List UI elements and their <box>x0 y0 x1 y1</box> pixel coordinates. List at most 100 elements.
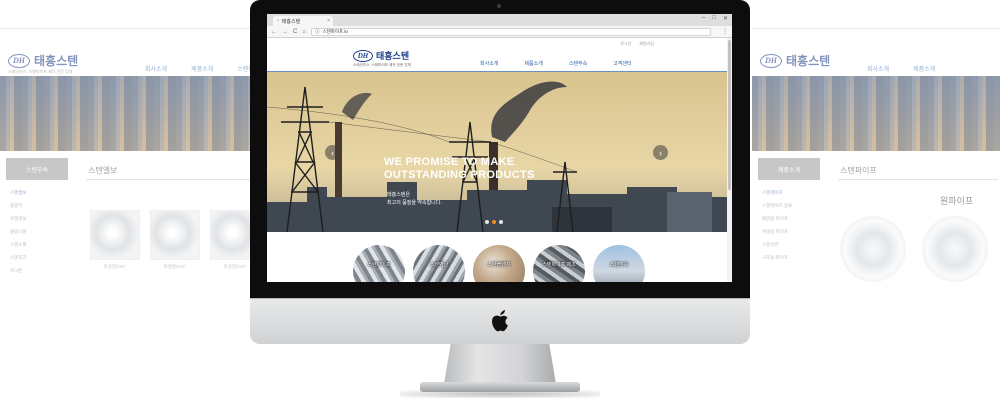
product-item[interactable]: 스텐파이프 제조 <box>533 245 585 282</box>
product-item[interactable]: 스텐파이프 <box>353 245 405 282</box>
hero-headline-line-1: WE PROMISE TO MAKE <box>384 156 515 168</box>
url-input[interactable]: ⓘ 스텐파이프.kr <box>310 27 711 36</box>
bg-left-thumb-label: 위생엘보45° <box>163 264 187 269</box>
bg-left-hero <box>0 76 270 151</box>
bg-left-thumb-label: 위생엘보90° <box>103 264 127 269</box>
bg-left-logo: DH 태흥스텐 <box>8 52 78 69</box>
bg-right-side-item: 스텐파이프 <box>762 190 783 195</box>
hero-headline-line-2: OUTSTANDING PRODUCTS <box>384 169 535 181</box>
page-scrollbar[interactable] <box>727 38 732 282</box>
site-header: 로그인 회원가입 DH 태흥스텐 스테인리스, 스텐파이프 제작 전문 업체 회… <box>267 38 732 71</box>
browser-window: ▫ 태흥스텐 × – □ ✕ ← → C ⌂ ⓘ 스텐파이프.kr ⋮ 로그인 <box>267 14 732 282</box>
dh-logo-icon: DH <box>8 53 30 68</box>
bg-left-side-head: 스텐부속 <box>6 158 68 180</box>
hero-subtext-line-2: 최고의 품질을 약속합니다. <box>387 200 442 206</box>
nav-item-fittings[interactable]: 스텐부속 <box>569 60 587 67</box>
background-page-right: DH 태흥스텐 회사소개 제품소개 제품소개 스텐파이프 스텐파이프 스텐파이프… <box>752 28 1000 290</box>
bg-left-side-item: 스텐소켓 <box>10 242 27 247</box>
hero-subtext-line-1: 태흥스텐은 <box>387 192 411 198</box>
browser-menu-icon[interactable]: ⋮ <box>722 28 728 35</box>
product-label: 스텐플렌지 <box>487 262 511 268</box>
bg-right-side-list: 스텐파이프 스텐파이프 종류 배관용 파이프 위생용 파이프 스텐각관 구조용 … <box>762 190 792 261</box>
site-tagline: 스테인리스, 스텐파이프 제작 전문 업체 <box>353 63 411 67</box>
url-text: 스텐파이프.kr <box>322 28 349 34</box>
bg-left-thumb <box>150 210 200 260</box>
bg-left-side-item: 플렌지 <box>10 203 23 208</box>
info-icon: ⓘ <box>314 28 320 34</box>
bg-left-side-item: 유니온 <box>10 268 23 273</box>
slider-dot[interactable] <box>499 220 503 224</box>
forward-icon[interactable]: → <box>282 29 288 35</box>
product-label: 스텐파이프 제조 <box>542 262 576 268</box>
slider-dots <box>485 220 503 224</box>
bg-left-thumb <box>90 210 140 260</box>
tab-bar: ▫ 태흥스텐 × – □ ✕ <box>267 14 732 26</box>
imac-foot <box>420 382 580 392</box>
stage: DH 태흥스텐 스테인리스, 스텐파이프 제작 전문 업체 회사소개 제품소개 … <box>0 0 1000 400</box>
product-circles: 스텐파이프 스텐앵글 스텐플렌지 스텐파이프 제조 스텐부속 <box>267 232 732 282</box>
bg-left-side-item: 스텐후크 <box>10 255 27 260</box>
address-bar: ← → C ⌂ ⓘ 스텐파이프.kr ⋮ <box>267 26 732 38</box>
page-icon: ▫ <box>277 18 279 24</box>
hero-prev-arrow[interactable]: ‹ <box>325 145 340 160</box>
reload-icon[interactable]: C <box>293 29 297 35</box>
bg-left-nav: 회사소개 제품소개 스텐부속 <box>145 64 259 73</box>
site-logo[interactable]: DH 태흥스텐 <box>353 49 409 62</box>
bg-left-logo-text: 태흥스텐 <box>34 54 79 68</box>
home-icon[interactable]: ⌂ <box>302 29 306 35</box>
bg-right-nav-item: 회사소개 <box>867 67 890 73</box>
pipe-bundle-image <box>840 216 906 282</box>
nav-item-support[interactable]: 고객센터 <box>613 60 631 67</box>
bg-left-section-title: 스텐엘보 <box>88 166 118 175</box>
product-label: 스텐파이프 <box>367 262 391 268</box>
browser-tab[interactable]: ▫ 태흥스텐 × <box>273 16 333 26</box>
close-window-icon[interactable]: ✕ <box>723 15 728 22</box>
bg-left-side-item: 스텐엘보 <box>10 190 27 195</box>
bg-right-section-title: 스텐파이프 <box>840 166 877 175</box>
bg-right-pipe-title: 원파이프 <box>940 196 974 206</box>
bg-right-side-item: 스텐파이프 종류 <box>762 203 793 208</box>
pipe-image <box>922 216 988 282</box>
login-link[interactable]: 로그인 <box>620 41 631 47</box>
bg-right-side-item: 배관용 파이프 <box>762 216 789 221</box>
bg-right-side-item: 구조용 파이프 <box>762 255 789 260</box>
bg-left-nav-item: 제품소개 <box>191 67 214 73</box>
nav-item-products[interactable]: 제품소개 <box>524 60 542 67</box>
join-link[interactable]: 회원가입 <box>639 41 654 47</box>
bg-right-side-head: 제품소개 <box>758 158 820 180</box>
dh-logo-icon: DH <box>760 53 782 68</box>
product-label: 스텐앵글 <box>429 262 449 268</box>
background-page-left: DH 태흥스텐 스테인리스, 스텐파이프 제작 전문 업체 회사소개 제품소개 … <box>0 28 270 290</box>
hero-headline: WE PROMISE TO MAKE OUTSTANDING PRODUCTS <box>384 156 535 182</box>
window-controls: – □ ✕ <box>702 15 728 22</box>
product-item[interactable]: 스텐플렌지 <box>473 245 525 282</box>
back-icon[interactable]: ← <box>271 29 277 35</box>
slider-dot[interactable] <box>492 220 496 224</box>
bg-right-side-item: 위생용 파이프 <box>762 229 789 234</box>
close-tab-icon[interactable]: × <box>327 18 330 24</box>
minimize-icon[interactable]: – <box>702 15 705 22</box>
bg-right-nav-item: 제품소개 <box>913 67 936 73</box>
nav-item-company[interactable]: 회사소개 <box>480 60 498 67</box>
hero-slider: ‹ › WE PROMISE TO MAKE OUTSTANDING PRODU… <box>267 72 732 232</box>
hero-subtext: 태흥스텐은 최고의 품질을 약속합니다. <box>387 191 442 207</box>
product-item[interactable]: 스텐앵글 <box>413 245 465 282</box>
bg-right-hero <box>752 76 1000 151</box>
bg-right-logo: DH 태흥스텐 <box>760 52 830 69</box>
product-item[interactable]: 스텐부속 <box>593 245 645 282</box>
site-logo-text: 태흥스텐 <box>376 51 410 61</box>
bg-right-nav: 회사소개 제품소개 <box>867 64 935 73</box>
bg-left-side-list: 스텐엘보 플렌지 위생엘보 클립니플 스텐소켓 스텐후크 유니온 <box>10 190 27 274</box>
imac-stand <box>444 344 556 384</box>
hero-next-arrow[interactable]: › <box>653 145 668 160</box>
slider-dot[interactable] <box>485 220 489 224</box>
dh-logo-icon: DH <box>353 49 373 62</box>
maximize-icon[interactable]: □ <box>712 15 716 22</box>
bg-left-tagline: 스테인리스, 스텐파이프 제작 전문 업체 <box>8 69 73 74</box>
bg-left-side-item: 위생엘보 <box>10 216 27 221</box>
product-label: 스텐부속 <box>609 262 629 268</box>
scrollbar-thumb[interactable] <box>728 40 731 190</box>
bg-right-logo-text: 태흥스텐 <box>786 54 831 68</box>
camera-icon <box>497 4 501 8</box>
apple-logo-icon <box>492 310 508 332</box>
